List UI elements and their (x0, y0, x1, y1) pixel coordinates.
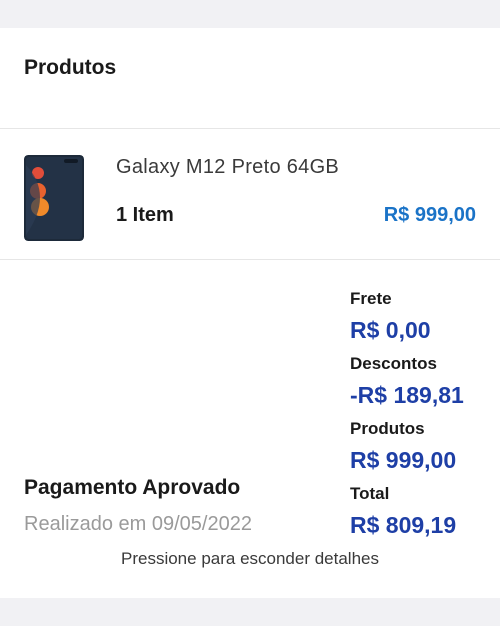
order-details-card: Produtos Galaxy M12 Preto 64GB 1 Item R$… (0, 28, 500, 598)
discount-value: -R$ 189,81 (350, 382, 464, 408)
discount-label: Descontos (350, 354, 437, 373)
divider (0, 128, 500, 129)
product-name: Galaxy M12 Preto 64GB (116, 156, 340, 178)
product-price: R$ 999,00 (383, 204, 476, 226)
hide-details-toggle[interactable]: Pressione para esconder detalhes (0, 549, 500, 569)
total-label: Total (350, 484, 390, 503)
products-section-title: Produtos (24, 56, 117, 79)
shipping-value: R$ 0,00 (350, 317, 431, 343)
products-total-value: R$ 999,00 (350, 447, 457, 473)
product-quantity: 1 Item (116, 204, 174, 226)
phone-product-image (24, 155, 84, 241)
divider (0, 259, 500, 260)
payment-date: Realizado em 09/05/2022 (24, 513, 252, 535)
order-summary: Frete R$ 0,00 Descontos -R$ 189,81 Produ… (350, 287, 500, 547)
payment-status: Pagamento Aprovado (24, 476, 241, 499)
products-total-label: Produtos (350, 419, 425, 438)
total-value: R$ 809,19 (350, 512, 457, 538)
shipping-label: Frete (350, 289, 392, 308)
